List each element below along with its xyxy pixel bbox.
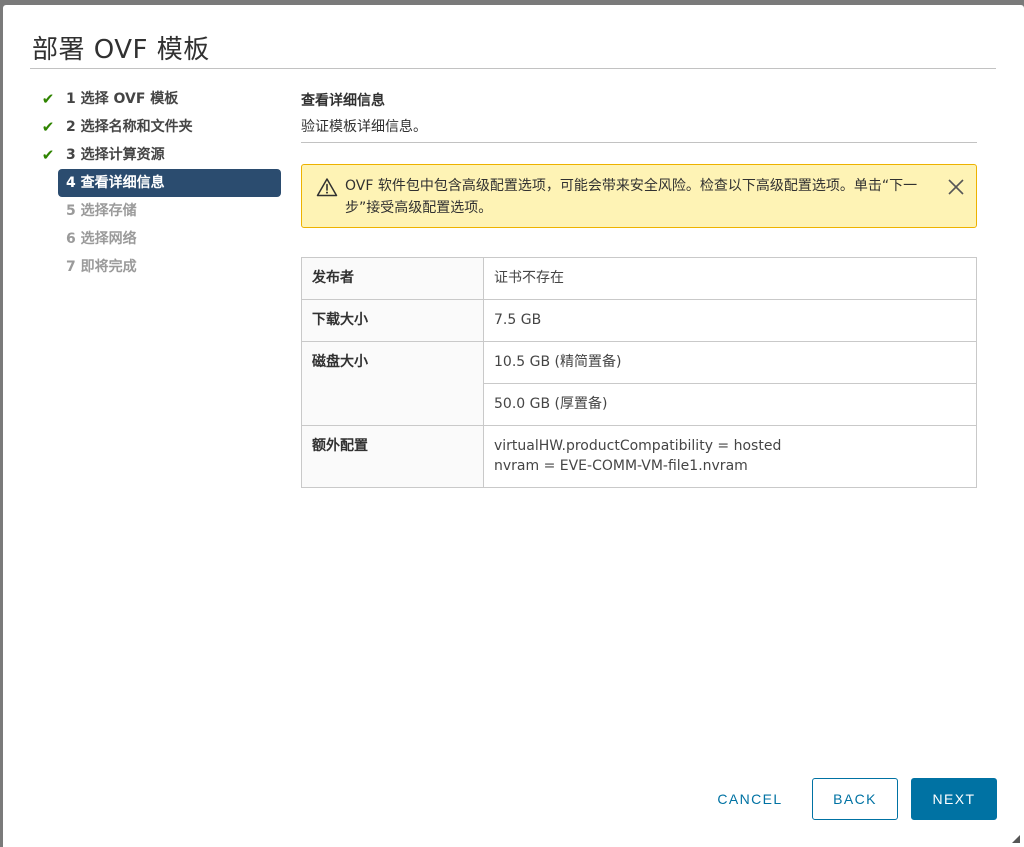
content-subtitle: 验证模板详细信息。 xyxy=(301,119,427,135)
disk-size-label: 磁盘大小 xyxy=(301,341,484,426)
deploy-ovf-dialog: 部署 OVF 模板 ✔ 1 选择 OVF 模板 ✔ 2 选择名称和文件夹 ✔ 3… xyxy=(3,5,1024,847)
publisher-value: 证书不存在 xyxy=(483,257,977,300)
table-row-disk-size: 磁盘大小 10.5 GB (精简置备) xyxy=(301,341,977,426)
step-select-storage: 5 选择存储 xyxy=(39,197,281,225)
check-icon: ✔ xyxy=(41,146,55,164)
step-label: 4 查看详细信息 xyxy=(66,175,165,191)
step-ready-to-complete: 7 即将完成 xyxy=(39,253,281,281)
extra-config-value: virtualHW.productCompatibility = hosted … xyxy=(483,425,977,488)
disk-size-thin: 10.5 GB (精简置备) xyxy=(483,341,977,384)
title-divider xyxy=(30,68,996,69)
content-heading: 查看详细信息 xyxy=(301,93,385,109)
download-size-value: 7.5 GB xyxy=(483,299,977,342)
step-review-details[interactable]: 4 查看详细信息 xyxy=(58,169,281,197)
table-row-publisher: 发布者 证书不存在 xyxy=(301,257,977,300)
publisher-label: 发布者 xyxy=(301,257,484,300)
step-select-ovf-template[interactable]: ✔ 1 选择 OVF 模板 xyxy=(39,85,281,113)
warning-alert: OVF 软件包中包含高级配置选项，可能会带来安全风险。检查以下高级配置选项。单击… xyxy=(301,164,977,228)
step-label: 6 选择网络 xyxy=(66,231,137,247)
content-divider xyxy=(301,142,977,143)
resize-handle-icon[interactable] xyxy=(1010,833,1020,843)
step-select-compute-resource[interactable]: ✔ 3 选择计算资源 xyxy=(39,141,281,169)
details-table: 发布者 证书不存在 下载大小 7.5 GB 磁盘大小 10.5 GB (精简置备… xyxy=(301,257,977,488)
wizard-steps: ✔ 1 选择 OVF 模板 ✔ 2 选择名称和文件夹 ✔ 3 选择计算资源 4 … xyxy=(39,85,281,281)
back-button[interactable]: BACK xyxy=(812,778,898,820)
table-row-download-size: 下载大小 7.5 GB xyxy=(301,299,977,342)
extra-config-line: virtualHW.productCompatibility = hosted xyxy=(494,438,782,454)
dialog-title: 部署 OVF 模板 xyxy=(32,35,210,65)
alert-message: OVF 软件包中包含高级配置选项，可能会带来安全风险。检查以下高级配置选项。单击… xyxy=(345,178,918,216)
next-button[interactable]: NEXT xyxy=(911,778,997,820)
step-label: 1 选择 OVF 模板 xyxy=(66,91,179,107)
table-row-extra-config: 额外配置 virtualHW.productCompatibility = ho… xyxy=(301,425,977,488)
disk-size-thick: 50.0 GB (厚置备) xyxy=(483,383,977,426)
cancel-button[interactable]: CANCEL xyxy=(700,778,800,820)
step-select-network: 6 选择网络 xyxy=(39,225,281,253)
step-label: 2 选择名称和文件夹 xyxy=(66,119,193,135)
download-size-label: 下载大小 xyxy=(301,299,484,342)
check-icon: ✔ xyxy=(41,118,55,136)
step-label: 3 选择计算资源 xyxy=(66,147,165,163)
extra-config-line: nvram = EVE-COMM-VM-file1.nvram xyxy=(494,458,748,474)
warning-icon xyxy=(316,178,338,197)
step-label: 7 即将完成 xyxy=(66,259,137,275)
step-label: 5 选择存储 xyxy=(66,203,137,219)
close-icon[interactable] xyxy=(946,177,966,197)
step-select-name-folder[interactable]: ✔ 2 选择名称和文件夹 xyxy=(39,113,281,141)
extra-config-label: 额外配置 xyxy=(301,425,484,488)
check-icon: ✔ xyxy=(41,90,55,108)
